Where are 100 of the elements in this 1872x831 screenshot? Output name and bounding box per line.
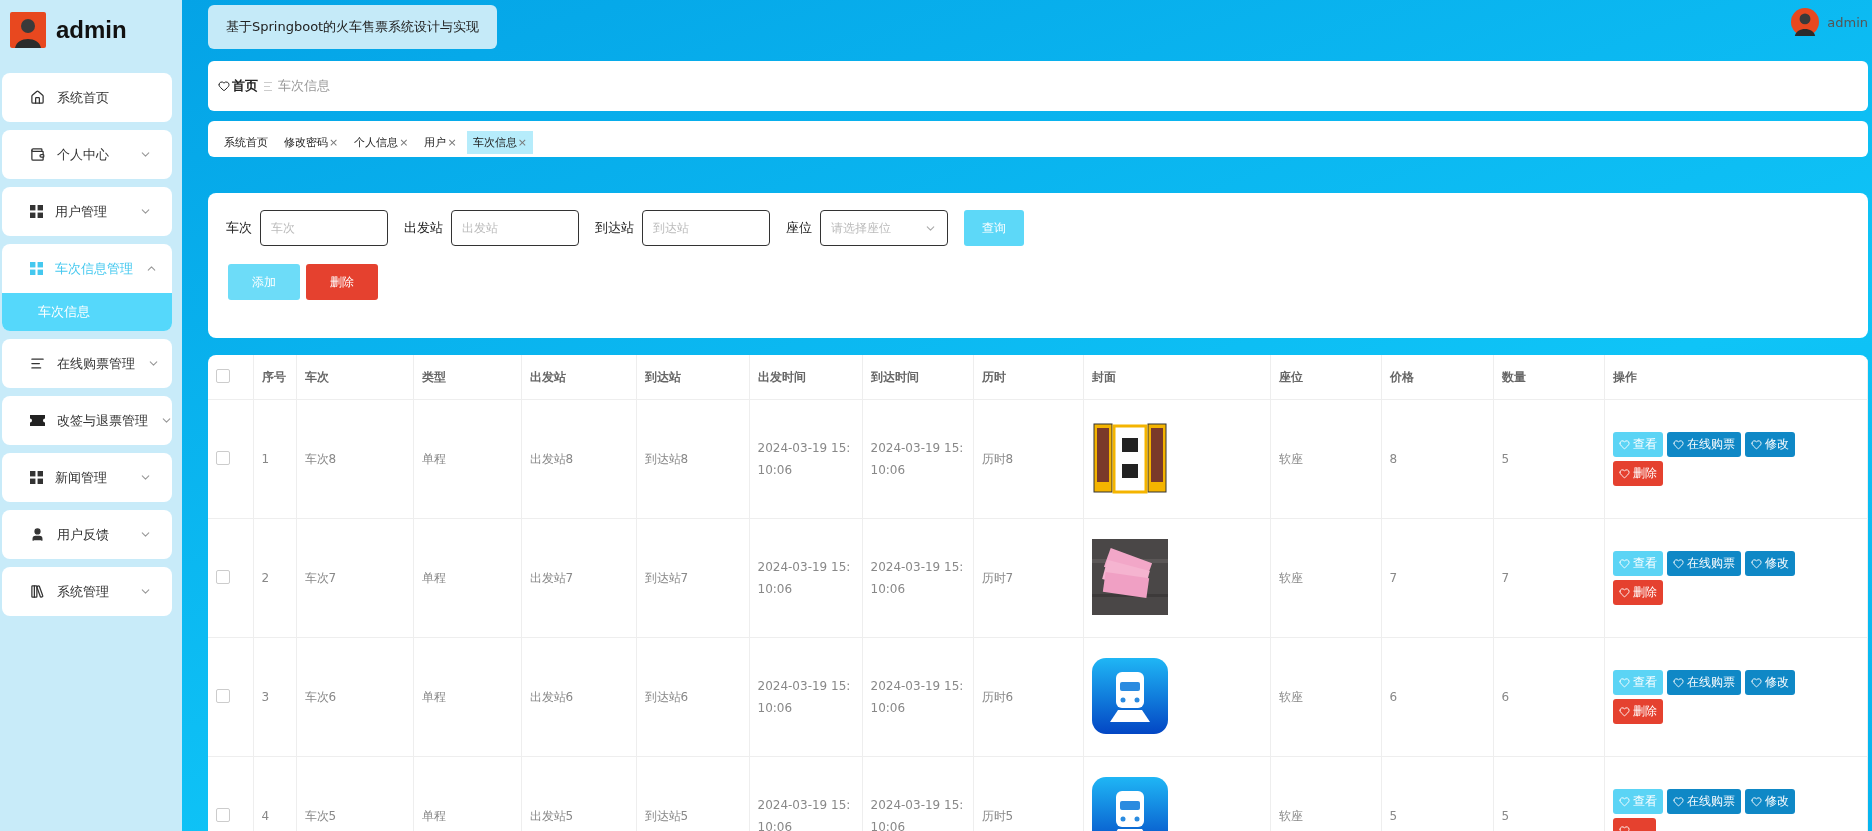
table-cell-text: 车次5	[304, 808, 337, 825]
table-cell-text: 软座	[1278, 808, 1303, 825]
heart-icon	[1750, 796, 1762, 807]
checkbox[interactable]	[216, 450, 230, 465]
grid-icon	[30, 471, 43, 484]
user-name[interactable]: admin	[1827, 14, 1868, 30]
table-cell-text: 2024-03-19 15:10:06	[870, 559, 965, 598]
input-field[interactable]: 车次	[260, 210, 388, 246]
page-tab[interactable]: 修改密码×	[278, 131, 345, 154]
menu-item[interactable]: 系统首页	[2, 73, 172, 122]
table-cell-text: 到达站5	[644, 808, 689, 825]
page-tab[interactable]: 个人信息×	[348, 131, 415, 154]
menu-label: 系统首页	[57, 88, 110, 107]
wallet-icon	[30, 147, 45, 162]
column-header: 历时	[981, 369, 1006, 384]
table-cell-text: 2024-03-19 15:10:06	[757, 678, 852, 717]
menu-label: 车次信息管理	[55, 259, 133, 278]
column-header: 车次	[304, 369, 329, 384]
checkbox[interactable]	[216, 807, 230, 822]
table-cell-text: 8	[1389, 451, 1398, 468]
avatar	[1791, 8, 1820, 36]
heart-icon	[1618, 677, 1630, 688]
menu-label: 改签与退票管理	[57, 411, 148, 430]
menu-label: 在线购票管理	[57, 354, 135, 373]
table-cell-text: 单程	[421, 570, 446, 587]
menu-item[interactable]: 改签与退票管理	[2, 396, 172, 445]
table-cell-text: 出发站5	[529, 808, 574, 825]
table-cell-text: 车次8	[304, 451, 337, 468]
table-cell-text: 3	[261, 689, 270, 706]
heart-icon	[1672, 677, 1684, 688]
table-cell-text: 历时5	[981, 808, 1014, 825]
table-cell-text: 6	[1389, 689, 1398, 706]
table-cell-text: 5	[1389, 808, 1398, 825]
checkbox[interactable]	[216, 368, 230, 383]
delete-button[interactable]: 删除	[1612, 699, 1663, 724]
column-header: 到达时间	[870, 369, 919, 384]
input-field[interactable]: 到达站	[642, 210, 770, 246]
edit-button[interactable]: 修改	[1744, 789, 1795, 814]
edit-button[interactable]: 修改	[1744, 432, 1795, 457]
buy-button[interactable]: 在线购票	[1666, 551, 1741, 576]
table-cell-text: 软座	[1278, 570, 1303, 587]
heart-icon	[1618, 558, 1630, 569]
table-cell-text: 历时6	[981, 689, 1014, 706]
menu-label: 个人中心	[57, 145, 110, 164]
table-cell-text: 单程	[421, 451, 446, 468]
table-cell-text: 软座	[1278, 689, 1303, 706]
column-header: 操作	[1612, 369, 1637, 384]
field-label: 车次	[226, 219, 252, 237]
edit-button[interactable]: 修改	[1744, 670, 1795, 695]
input-field[interactable]: 出发站	[451, 210, 579, 246]
menu-item[interactable]: 用户反馈	[2, 510, 172, 559]
menu-label: 新闻管理	[55, 468, 108, 487]
heart-icon	[1618, 796, 1630, 807]
delete-button[interactable]: 删除	[1612, 461, 1663, 486]
heart-icon	[1672, 558, 1684, 569]
buy-button[interactable]: 在线购票	[1666, 789, 1741, 814]
table-cell-text: 2024-03-19 15:10:06	[757, 440, 852, 479]
table-cell-text: 2024-03-19 15:10:06	[757, 797, 852, 831]
edit-button[interactable]: 修改	[1744, 551, 1795, 576]
heart-icon	[1618, 468, 1630, 479]
checkbox[interactable]	[216, 688, 230, 703]
column-header: 到达站	[644, 369, 681, 384]
menu-item[interactable]: 在线购票管理	[2, 339, 172, 388]
column-header: 价格	[1389, 369, 1414, 384]
delete-button[interactable]: 删除	[306, 264, 378, 300]
menu-item[interactable]: 个人中心	[2, 130, 172, 179]
table-cell-text: 4	[261, 808, 270, 825]
checkbox[interactable]	[216, 569, 230, 584]
heart-icon	[1750, 677, 1762, 688]
menu-item[interactable]: 新闻管理	[2, 453, 172, 502]
menu-label: 用户管理	[55, 202, 108, 221]
table-cell-text: 单程	[421, 808, 446, 825]
menu-item[interactable]: 系统管理	[2, 567, 172, 616]
grid-icon	[30, 205, 43, 218]
heart-icon	[218, 80, 230, 92]
field-label: 到达站	[595, 219, 634, 237]
ticket-icon	[30, 415, 45, 426]
heart-icon	[1672, 439, 1684, 450]
table-cell-text: 7	[1501, 570, 1510, 587]
column-header: 出发时间	[757, 369, 806, 384]
page-tab[interactable]: 用户×	[418, 131, 463, 154]
buy-button[interactable]: 在线购票	[1666, 670, 1741, 695]
page-tab[interactable]: 车次信息×	[466, 131, 533, 154]
table-cell-text: 车次7	[304, 570, 337, 587]
heart-icon	[1618, 439, 1630, 450]
field-label: 座位	[786, 219, 812, 237]
menu-item[interactable]: 用户管理	[2, 187, 172, 236]
table-cell-text: 2024-03-19 15:10:06	[870, 797, 965, 831]
column-header: 出发站	[529, 369, 566, 384]
library-icon	[30, 584, 45, 599]
page-tab[interactable]: 系统首页	[218, 131, 274, 154]
table-cell-text: 2024-03-19 15:10:06	[757, 559, 852, 598]
table-cell-text: 2024-03-19 15:10:06	[870, 440, 965, 479]
table-cell-text: 到达站6	[644, 689, 689, 706]
buy-button[interactable]: 在线购票	[1666, 432, 1741, 457]
table-cell-text: 5	[1501, 451, 1510, 468]
delete-button[interactable]: 删除	[1612, 580, 1663, 605]
table-cell-text: 出发站7	[529, 570, 574, 587]
breadcrumb-home[interactable]: 首页	[232, 77, 258, 95]
user-icon	[30, 527, 45, 542]
